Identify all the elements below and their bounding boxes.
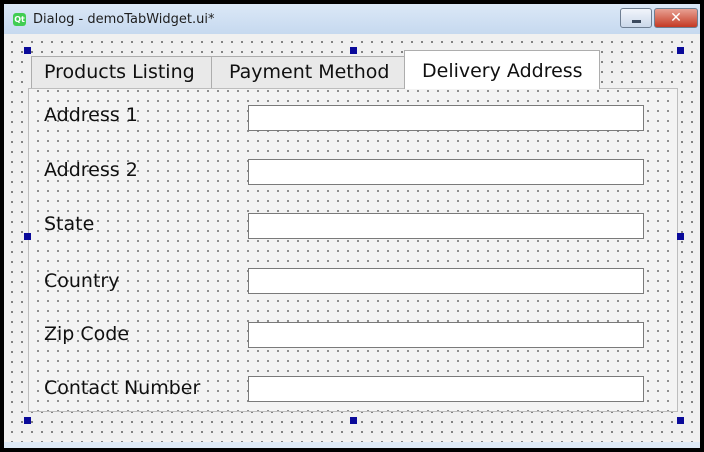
tab-payment-method[interactable]: Payment Method <box>211 56 405 88</box>
address2-label: Address 2 <box>44 159 138 181</box>
country-label: Country <box>44 270 120 292</box>
resize-handle-top-center[interactable] <box>350 47 357 54</box>
address2-input[interactable] <box>248 159 644 185</box>
minimize-icon <box>632 20 641 23</box>
minimize-button[interactable] <box>620 8 652 28</box>
address1-input[interactable] <box>248 105 644 131</box>
address1-label: Address 1 <box>44 104 138 126</box>
resize-handle-top-right[interactable] <box>677 47 684 54</box>
close-icon: ✕ <box>670 10 682 26</box>
zip-code-label: Zip Code <box>44 323 130 345</box>
resize-handle-middle-right[interactable] <box>677 233 684 240</box>
tab-delivery-address[interactable]: Delivery Address <box>404 50 600 89</box>
state-label: State <box>44 213 95 235</box>
tab-products-listing[interactable]: Products Listing <box>31 56 212 88</box>
resize-handle-bottom-center[interactable] <box>350 417 357 424</box>
resize-handle-top-left[interactable] <box>24 47 31 54</box>
contact-number-label: Contact Number <box>44 377 201 399</box>
resize-handle-bottom-left[interactable] <box>24 417 31 424</box>
window-bottom-edge <box>4 442 700 448</box>
resize-handle-middle-left[interactable] <box>24 233 31 240</box>
resize-handle-bottom-right[interactable] <box>677 417 684 424</box>
title-bar: Qt Dialog - demoTabWidget.ui* ✕ <box>4 4 700 34</box>
window-title: Dialog - demoTabWidget.ui* <box>33 12 215 27</box>
zip-code-input[interactable] <box>248 322 644 348</box>
country-input[interactable] <box>248 268 644 294</box>
qt-logo-icon: Qt <box>13 13 26 26</box>
state-input[interactable] <box>248 213 644 239</box>
contact-number-input[interactable] <box>248 376 644 402</box>
tab-pane-delivery-address <box>28 88 678 412</box>
close-button[interactable]: ✕ <box>654 8 698 28</box>
